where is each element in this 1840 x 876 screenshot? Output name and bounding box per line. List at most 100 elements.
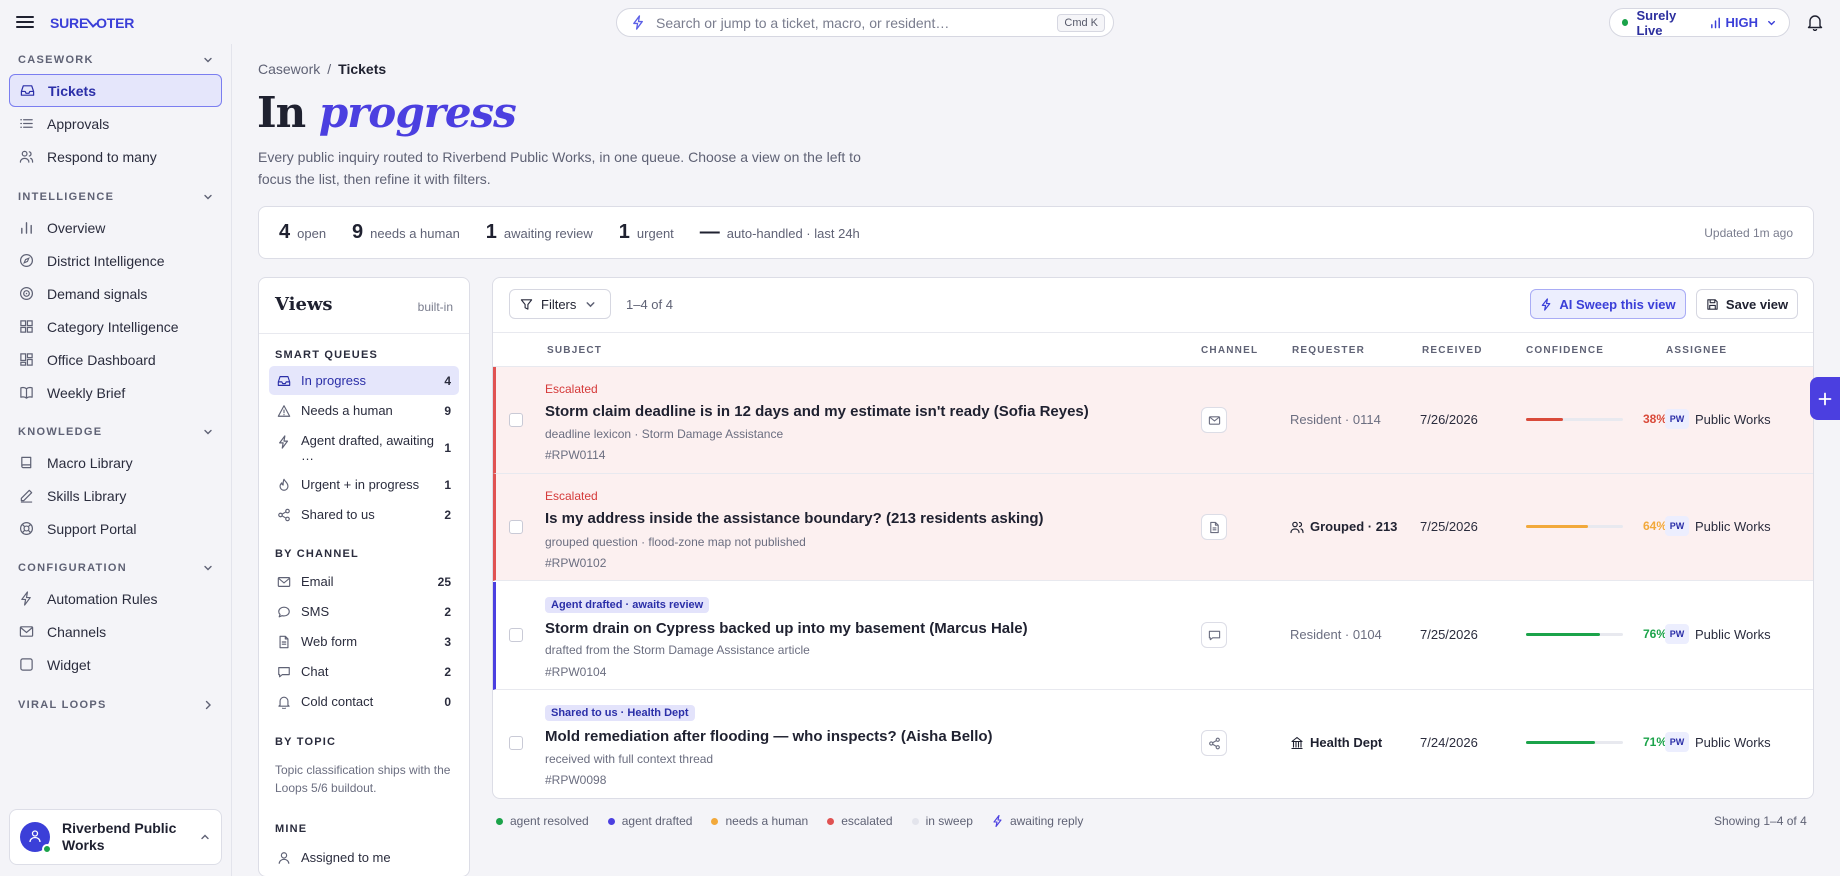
book-closed-icon (21, 456, 32, 469)
legend-item: in sweep (911, 814, 973, 828)
ticket-id: #RPW0114 (545, 448, 606, 462)
stat-number: — (699, 221, 720, 243)
table-row[interactable]: Escalated Is my address inside the assis… (493, 474, 1813, 581)
stat-needs-human: 9 needs a human (352, 221, 460, 244)
ticket-id: #RPW0098 (545, 773, 607, 787)
requester-label: Health Dept (1310, 735, 1383, 750)
legend-label: agent resolved (510, 814, 589, 828)
view-assigned-to-me[interactable]: Assigned to me (269, 843, 459, 872)
sidebar-item-approvals[interactable]: Approvals (9, 107, 222, 140)
view-web-form[interactable]: Web form 3 (269, 627, 459, 656)
sidebar-item-respond-to-many[interactable]: Respond to many (9, 140, 222, 173)
live-level: HIGH (1725, 15, 1758, 30)
row-checkbox[interactable] (509, 736, 523, 750)
sidebar-section-intelligence[interactable]: INTELLIGENCE (18, 191, 214, 203)
legend-item: needs a human (711, 814, 808, 828)
document-icon (1209, 521, 1219, 533)
sidebar-item-channels[interactable]: Channels (9, 615, 222, 648)
add-button[interactable] (1810, 377, 1840, 420)
share-icon (1208, 737, 1220, 749)
header-channel[interactable]: CHANNEL (1201, 345, 1258, 356)
view-label: Needs a human (301, 403, 393, 418)
mail-icon (19, 626, 34, 637)
surely-live-toggle[interactable]: Surely Live HIGH (1609, 8, 1790, 38)
assignee[interactable]: PW Public Works (1665, 732, 1771, 752)
requester: Resident · 0104 (1290, 627, 1382, 642)
view-shared-to-us[interactable]: Shared to us 2 (269, 500, 459, 529)
section-title: CASEWORK (18, 54, 94, 66)
header-subject[interactable]: SUBJECT (547, 345, 602, 356)
views-title: Views (275, 294, 333, 315)
view-email[interactable]: Email 25 (269, 567, 459, 596)
sidebar-item-office-dashboard[interactable]: Office Dashboard (9, 343, 222, 376)
table-row[interactable]: Shared to us · Health Dept Mold remediat… (493, 690, 1813, 798)
sidebar-item-demand-signals[interactable]: Demand signals (9, 277, 222, 310)
sidebar-section-knowledge[interactable]: KNOWLEDGE (18, 426, 214, 438)
save-view-button[interactable]: Save view (1696, 289, 1798, 319)
sidebar-item-label: Automation Rules (47, 590, 158, 607)
row-checkbox[interactable] (509, 520, 523, 534)
views-panel: Views built-in SMART QUEUES In progress … (258, 277, 470, 876)
sidebar-item-widget[interactable]: Widget (9, 648, 222, 681)
org-switcher[interactable]: Riverbend Public Works (9, 809, 222, 865)
filters-button[interactable]: Filters (509, 289, 611, 319)
inbox-icon (277, 375, 291, 386)
row-checkbox[interactable] (509, 628, 523, 642)
view-label: Urgent + in progress (301, 477, 420, 492)
stat-label: needs a human (370, 226, 460, 241)
table-row[interactable]: Escalated Storm claim deadline is in 12 … (493, 367, 1813, 474)
search-input[interactable] (656, 14, 1058, 31)
header-confidence[interactable]: CONFIDENCE (1526, 345, 1604, 356)
view-cold-contact[interactable]: Cold contact 0 (269, 687, 459, 716)
legend-label: in sweep (925, 814, 973, 828)
header-requester[interactable]: REQUESTER (1292, 345, 1365, 356)
assignee[interactable]: PW Public Works (1665, 516, 1771, 536)
assignee[interactable]: PW Public Works (1665, 624, 1771, 644)
table-row[interactable]: Agent drafted · awaits review Storm drai… (493, 582, 1813, 690)
view-in-progress[interactable]: In progress 4 (269, 366, 459, 395)
view-agent-drafted[interactable]: Agent drafted, awaiting … 1 (269, 426, 459, 468)
sidebar-item-label: Respond to many (47, 148, 157, 165)
legend-dot (607, 817, 615, 825)
menu-icon[interactable] (16, 13, 34, 31)
received-date: 7/24/2026 (1420, 735, 1478, 750)
stat-auto-handled: — auto-handled · last 24h (700, 221, 860, 244)
view-chat[interactable]: Chat 2 (269, 657, 459, 686)
view-urgent-in-progress[interactable]: Urgent + in progress 1 (269, 470, 459, 499)
ai-sweep-button[interactable]: AI Sweep this view (1530, 289, 1686, 319)
header-received[interactable]: RECEIVED (1422, 345, 1483, 356)
ticket-subject[interactable]: Storm drain on Cypress backed up into my… (545, 620, 1028, 637)
chevron-down-icon (204, 194, 212, 200)
bolt-icon (1542, 297, 1551, 311)
assignee[interactable]: PW Public Works (1665, 409, 1771, 429)
ticket-subject[interactable]: Mold remediation after flooding — who in… (545, 728, 993, 745)
sidebar-section-viral-loops[interactable]: VIRAL LOOPS (18, 699, 214, 711)
sidebar-item-district-intelligence[interactable]: District Intelligence (9, 244, 222, 277)
breadcrumb-casework[interactable]: Casework (258, 61, 320, 77)
view-sms[interactable]: SMS 2 (269, 597, 459, 626)
sidebar-item-skills-library[interactable]: Skills Library (9, 479, 222, 512)
sidebar-item-overview[interactable]: Overview (9, 211, 222, 244)
filter-icon (520, 298, 533, 310)
header-assignee[interactable]: ASSIGNEE (1666, 345, 1727, 356)
row-checkbox[interactable] (509, 413, 523, 427)
ticket-subject[interactable]: Is my address inside the assistance boun… (545, 510, 1044, 527)
stat-open: 4 open (279, 221, 326, 244)
sidebar-item-weekly-brief[interactable]: Weekly Brief (9, 376, 222, 409)
sidebar-item-category-intelligence[interactable]: Category Intelligence (9, 310, 222, 343)
sidebar-section-casework[interactable]: CASEWORK (18, 54, 214, 66)
global-search[interactable]: Cmd K (616, 8, 1114, 37)
bell-icon[interactable] (1806, 13, 1824, 31)
view-needs-a-human[interactable]: Needs a human 9 (269, 396, 459, 425)
sidebar-item-support-portal[interactable]: Support Portal (9, 512, 222, 545)
surevoter-logo[interactable]: SURE OTER (50, 15, 134, 31)
confidence-bar (1526, 741, 1623, 744)
sidebar-item-tickets[interactable]: Tickets (9, 74, 222, 107)
sidebar-item-automation-rules[interactable]: Automation Rules (9, 582, 222, 615)
sidebar-item-macro-library[interactable]: Macro Library (9, 446, 222, 479)
ticket-subject[interactable]: Storm claim deadline is in 12 days and m… (545, 403, 1089, 420)
confidence-fill (1526, 633, 1600, 636)
legend-dot (911, 817, 919, 825)
legend-label: agent drafted (621, 814, 693, 828)
sidebar-section-configuration[interactable]: CONFIGURATION (18, 562, 214, 574)
